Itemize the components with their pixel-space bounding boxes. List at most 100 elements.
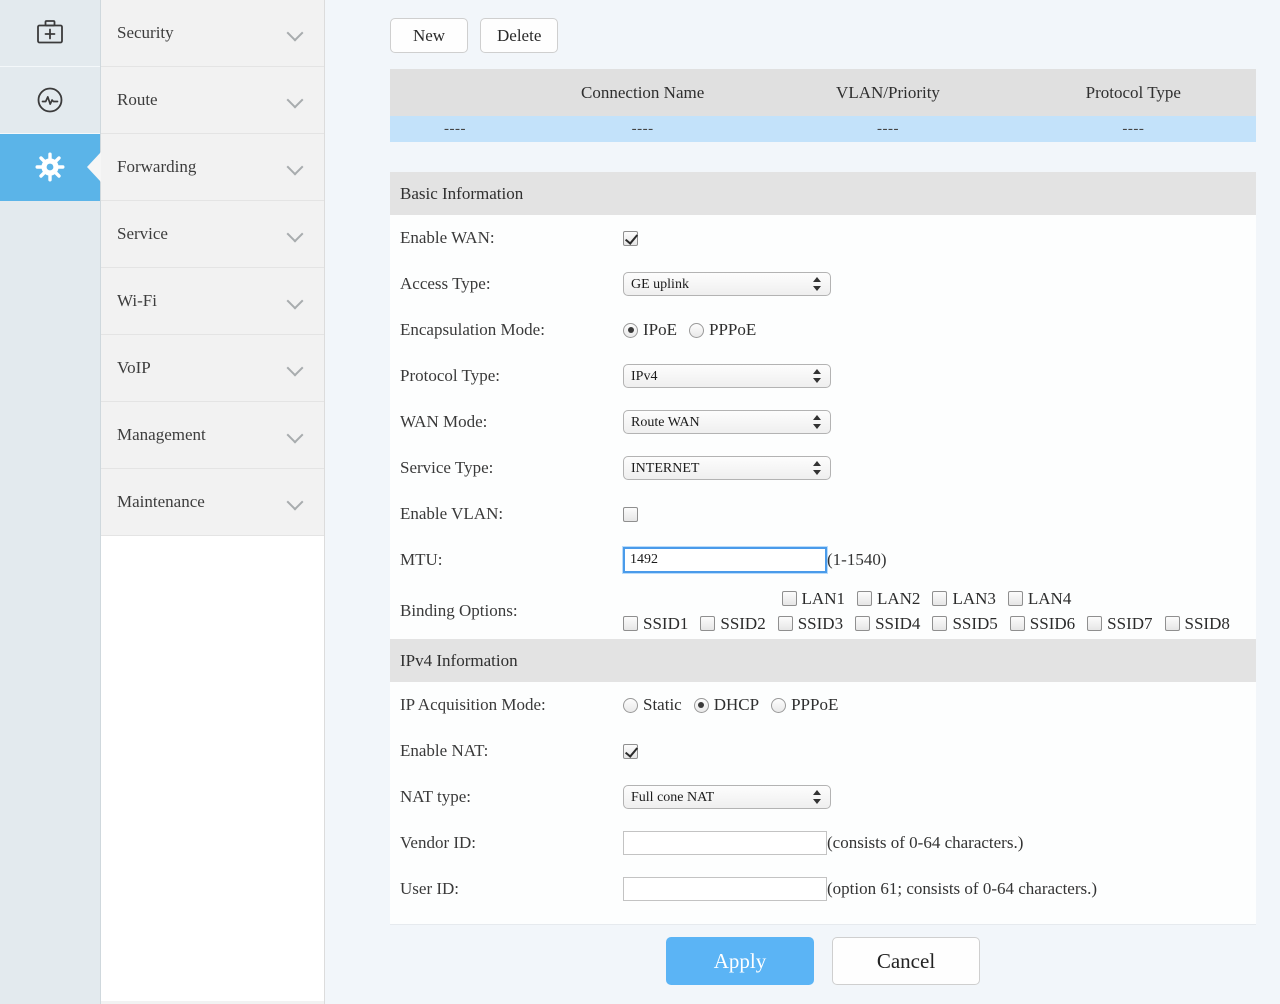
rail-item-diagnostics[interactable] (0, 67, 100, 134)
checkbox-label: SSID6 (1030, 614, 1075, 634)
apply-button[interactable]: Apply (666, 937, 814, 985)
gauge-pulse-icon (35, 85, 65, 115)
wan-mode-select[interactable]: Route WAN (623, 410, 831, 434)
binding-checkbox-ssid4[interactable] (855, 616, 870, 631)
ip-acquisition-option-dhcp[interactable]: DHCP (694, 695, 759, 715)
mtu-input[interactable] (623, 547, 827, 573)
table-cell-vlan-priority: ---- (765, 116, 1010, 142)
radio-label: DHCP (714, 695, 759, 715)
sidebar-item-security[interactable]: Security (101, 0, 324, 67)
sidebar-item-route[interactable]: Route (101, 67, 324, 134)
new-button[interactable]: New (390, 18, 468, 53)
binding-option-lan2[interactable]: LAN2 (857, 589, 920, 609)
sidebar-item-label: VoIP (117, 358, 288, 378)
checkbox-label: SSID7 (1107, 614, 1152, 634)
ip-acquisition-radio-dhcp[interactable] (694, 698, 709, 713)
binding-option-ssid3[interactable]: SSID3 (778, 614, 843, 634)
table-header-vlan-priority: VLAN/Priority (765, 69, 1010, 116)
binding-checkbox-lan3[interactable] (932, 591, 947, 606)
binding-lan-row: LAN1 LAN2 LAN3 (782, 589, 1084, 609)
sidebar-item-forwarding[interactable]: Forwarding (101, 134, 324, 201)
binding-option-ssid6[interactable]: SSID6 (1010, 614, 1075, 634)
binding-option-ssid1[interactable]: SSID1 (623, 614, 688, 634)
binding-checkbox-lan1[interactable] (782, 591, 797, 606)
binding-checkbox-ssid6[interactable] (1010, 616, 1025, 631)
field-label: MTU: (400, 550, 623, 570)
sidebar-item-label: Maintenance (117, 492, 288, 512)
table-cell-select: ---- (390, 116, 520, 142)
binding-option-ssid2[interactable]: SSID2 (700, 614, 765, 634)
field-label: Binding Options: (400, 601, 623, 621)
encapsulation-option-ipoe[interactable]: IPoE (623, 320, 677, 340)
sidebar-item-voip[interactable]: VoIP (101, 335, 324, 402)
binding-option-ssid8[interactable]: SSID8 (1165, 614, 1230, 634)
section-header-ipv4-information: IPv4 Information (390, 639, 1256, 682)
table-header-select (390, 69, 520, 116)
checkbox-label: LAN4 (1028, 589, 1071, 609)
sidebar-item-maintenance[interactable]: Maintenance (101, 469, 324, 536)
rail-item-toolkit[interactable] (0, 0, 100, 67)
encapsulation-option-pppoe[interactable]: PPPoE (689, 320, 756, 340)
enable-wan-checkbox[interactable] (623, 231, 638, 246)
page-root: Security Route Forwarding Service Wi-Fi … (0, 0, 1280, 1004)
section-header-basic-information: Basic Information (390, 172, 1256, 215)
sidebar-item-label: Route (117, 90, 288, 110)
field-label: Enable NAT: (400, 741, 623, 761)
vendor-id-input[interactable] (623, 831, 827, 855)
enable-vlan-checkbox[interactable] (623, 507, 638, 522)
ip-acquisition-option-static[interactable]: Static (623, 695, 682, 715)
enable-nat-checkbox[interactable] (623, 744, 638, 759)
radio-label: PPPoE (791, 695, 838, 715)
chevron-down-icon (288, 360, 304, 376)
binding-checkbox-ssid1[interactable] (623, 616, 638, 631)
delete-button[interactable]: Delete (480, 18, 558, 53)
binding-checkbox-ssid3[interactable] (778, 616, 793, 631)
toolbox-plus-icon (35, 19, 65, 47)
binding-option-ssid7[interactable]: SSID7 (1087, 614, 1152, 634)
table-body: ---- ---- ---- ---- (390, 116, 1256, 142)
mtu-hint: (1-1540) (827, 550, 886, 570)
binding-checkbox-lan2[interactable] (857, 591, 872, 606)
access-type-select[interactable]: GE uplink (623, 272, 831, 296)
encapsulation-radio-ipoe[interactable] (623, 323, 638, 338)
nat-type-select[interactable]: Full cone NAT (623, 785, 831, 809)
binding-option-ssid4[interactable]: SSID4 (855, 614, 920, 634)
binding-checkbox-ssid2[interactable] (700, 616, 715, 631)
binding-option-lan1[interactable]: LAN1 (782, 589, 845, 609)
encapsulation-radio-group: IPoE PPPoE (623, 320, 768, 340)
sidebar-item-label: Management (117, 425, 288, 445)
service-type-select[interactable]: INTERNET (623, 456, 831, 480)
sidebar-item-service[interactable]: Service (101, 201, 324, 268)
sidebar-item-wifi[interactable]: Wi-Fi (101, 268, 324, 335)
ip-acquisition-radio-static[interactable] (623, 698, 638, 713)
chevron-down-icon (288, 25, 304, 41)
binding-option-lan4[interactable]: LAN4 (1008, 589, 1071, 609)
field-wan-mode: WAN Mode: Route WAN (390, 399, 1256, 445)
field-enable-nat: Enable NAT: (390, 728, 1256, 774)
binding-checkbox-lan4[interactable] (1008, 591, 1023, 606)
field-nat-type: NAT type: Full cone NAT (390, 774, 1256, 820)
field-vendor-id: Vendor ID: (consists of 0-64 characters.… (390, 820, 1256, 866)
binding-option-lan3[interactable]: LAN3 (932, 589, 995, 609)
checkbox-label: SSID2 (720, 614, 765, 634)
table-row[interactable]: ---- ---- ---- ---- (390, 116, 1256, 142)
binding-checkbox-ssid5[interactable] (932, 616, 947, 631)
encapsulation-radio-pppoe[interactable] (689, 323, 704, 338)
binding-checkbox-ssid8[interactable] (1165, 616, 1180, 631)
user-id-input[interactable] (623, 877, 827, 901)
field-label: Enable WAN: (400, 228, 623, 248)
sidebar-item-management[interactable]: Management (101, 402, 324, 469)
cancel-button[interactable]: Cancel (832, 937, 980, 985)
ip-acquisition-radio-pppoe[interactable] (771, 698, 786, 713)
chevron-down-icon (288, 159, 304, 175)
binding-checkbox-ssid7[interactable] (1087, 616, 1102, 631)
protocol-type-select[interactable]: IPv4 (623, 364, 831, 388)
gear-icon (34, 151, 66, 183)
ip-acquisition-option-pppoe[interactable]: PPPoE (771, 695, 838, 715)
chevron-down-icon (288, 427, 304, 443)
rail-item-settings[interactable] (0, 134, 100, 201)
field-label: User ID: (400, 879, 623, 899)
checkbox-label: LAN1 (802, 589, 845, 609)
binding-option-ssid5[interactable]: SSID5 (932, 614, 997, 634)
table-head: Connection Name VLAN/Priority Protocol T… (390, 69, 1256, 116)
